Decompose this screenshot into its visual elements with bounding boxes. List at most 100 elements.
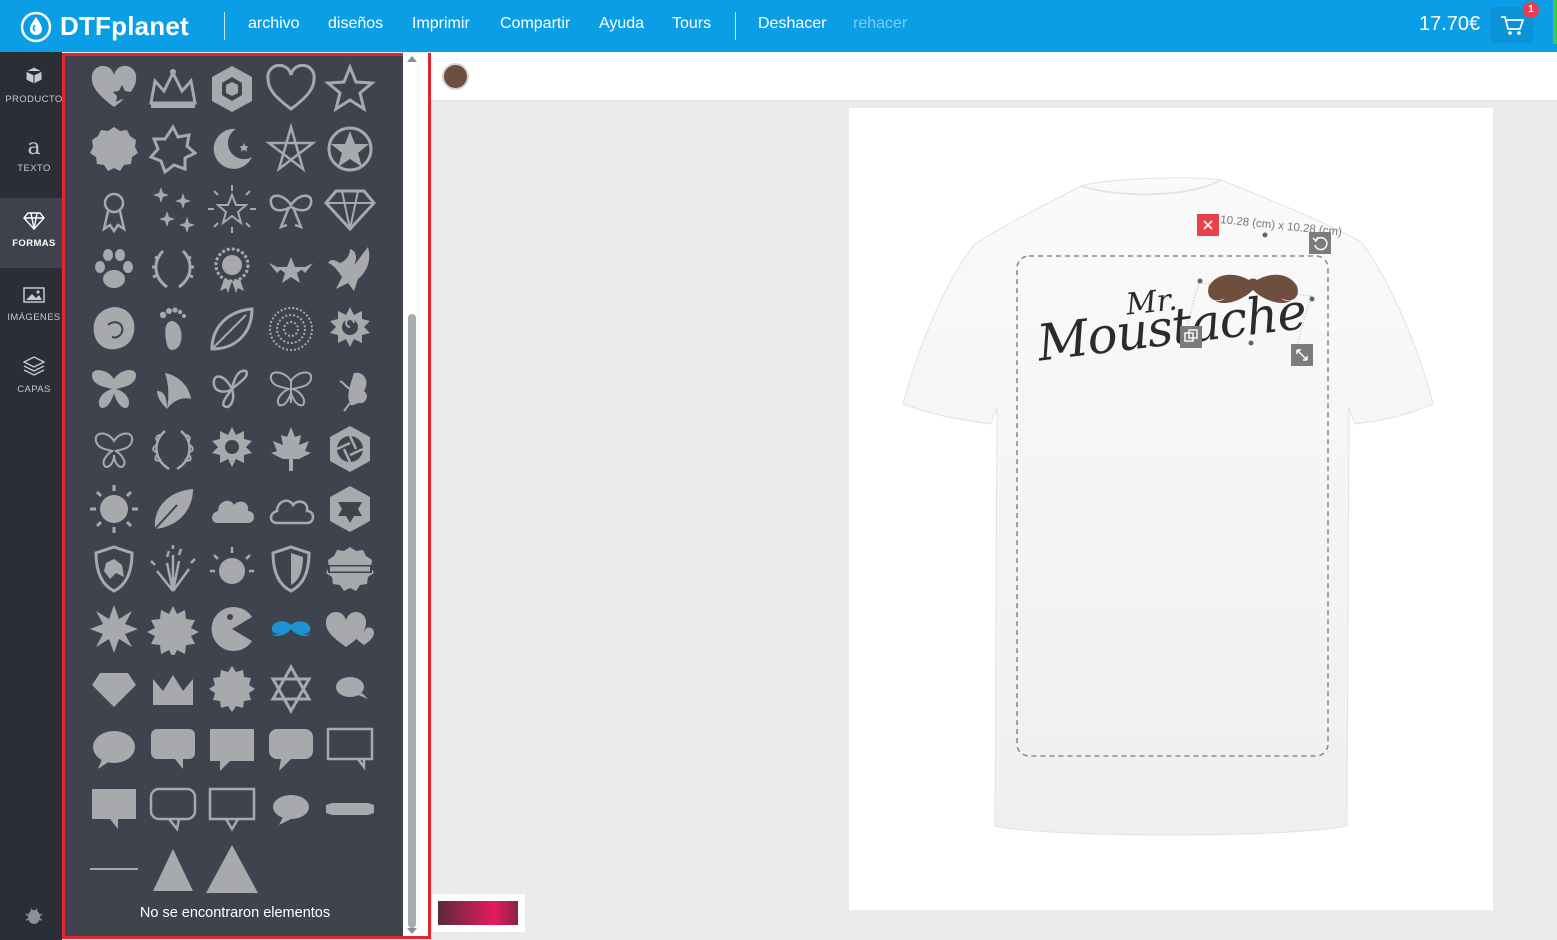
shape-speech-square[interactable] (206, 723, 258, 775)
redo-button[interactable]: rehacer (853, 15, 907, 33)
shape-hexagon[interactable] (206, 63, 258, 115)
shape-heart-star[interactable] (88, 63, 140, 115)
shape-star-outline[interactable] (147, 123, 199, 175)
shape-footprint[interactable] (147, 303, 199, 355)
shape-butterfly-small[interactable] (324, 363, 376, 415)
nav-producto[interactable]: PRODUCTO (0, 66, 68, 118)
shape-speech-outline-3[interactable] (206, 783, 258, 835)
bug-icon[interactable] (24, 906, 44, 926)
shape-shield[interactable] (265, 543, 317, 595)
winged-star-icon (269, 257, 313, 283)
shape-leaf[interactable] (206, 303, 258, 355)
shape-crescent-moon[interactable] (206, 123, 258, 175)
shape-crown[interactable] (147, 63, 199, 115)
shape-camera-aperture[interactable] (324, 423, 376, 475)
shape-lion[interactable] (88, 303, 140, 355)
menu-archivo[interactable]: archivo (248, 15, 300, 33)
shape-star-of-david[interactable] (265, 663, 317, 715)
shape-speech-rect-2[interactable] (88, 783, 140, 835)
shape-hex-star[interactable] (324, 483, 376, 535)
menu-ayuda[interactable]: Ayuda (599, 15, 644, 33)
shape-line[interactable] (88, 843, 140, 895)
shape-sun-rays[interactable] (206, 543, 258, 595)
seal-icon (209, 666, 255, 712)
shape-star-burst[interactable] (206, 183, 258, 235)
scroll-up-arrow[interactable] (407, 56, 417, 62)
badge-icon (90, 127, 138, 171)
shape-speech-tail[interactable] (265, 723, 317, 775)
shape-winged-star[interactable] (265, 243, 317, 295)
heart-icon (266, 63, 316, 111)
shape-speech-outline-2[interactable] (147, 783, 199, 835)
shape-burst-12[interactable] (147, 603, 199, 658)
shape-sun[interactable] (88, 483, 140, 535)
nav-imagenes[interactable]: IMÁGENES (0, 286, 68, 338)
shape-triangle[interactable] (147, 843, 199, 895)
shape-speech-outline[interactable] (324, 723, 376, 775)
product-color-swatch[interactable] (442, 63, 469, 90)
shape-heart[interactable] (265, 63, 317, 115)
menu-disenos[interactable]: diseños (328, 15, 383, 33)
nav-formas[interactable]: FORMAS (0, 198, 68, 268)
nav-texto[interactable]: a TEXTO (0, 136, 68, 188)
shape-gear-sun[interactable] (206, 423, 258, 475)
shape-pacman[interactable] (206, 603, 258, 655)
resize-handle[interactable] (1291, 344, 1313, 366)
shape-laurel-wreath[interactable] (147, 423, 199, 475)
shape-pentagram[interactable] (265, 122, 317, 175)
shape-eagle[interactable] (324, 243, 376, 295)
shape-speech-oval[interactable] (265, 783, 317, 835)
shape-butterfly-lined[interactable] (265, 363, 317, 415)
shape-sparkles[interactable] (147, 183, 199, 235)
duplicate-handle[interactable] (1180, 326, 1202, 348)
shape-diamond[interactable] (324, 183, 376, 235)
nav-capas[interactable]: CAPAS (0, 356, 68, 408)
shape-butterfly-side[interactable] (147, 363, 199, 415)
shape-bow[interactable] (265, 183, 317, 235)
shape-moustache[interactable] (265, 603, 317, 655)
shape-ribbon-badge[interactable] (324, 543, 376, 595)
shape-cloud-outline[interactable] (265, 483, 317, 535)
rotate-handle[interactable] (1309, 232, 1331, 254)
shape-speech-small[interactable] (324, 663, 376, 715)
laurel-wreath-icon (152, 430, 194, 471)
shape-banner[interactable] (324, 783, 376, 835)
menu-compartir[interactable]: Compartir (500, 15, 570, 33)
shape-star[interactable] (324, 62, 376, 115)
shape-butterfly-outline[interactable] (88, 423, 140, 475)
shape-butterfly[interactable] (88, 363, 140, 415)
shape-leaf-simple[interactable] (147, 483, 199, 535)
shape-paw[interactable] (88, 243, 140, 295)
shape-wolf-shield[interactable] (88, 543, 140, 595)
shape-seal[interactable] (206, 663, 258, 715)
crown-icon (149, 69, 197, 108)
shape-maple-leaf[interactable] (265, 423, 317, 475)
logo[interactable]: DTFplanet (18, 9, 189, 43)
shape-gem[interactable] (88, 663, 140, 715)
shape-laurel[interactable] (147, 243, 199, 295)
menu-imprimir[interactable]: Imprimir (412, 15, 470, 33)
shape-burst-8[interactable] (88, 603, 140, 655)
scroll-down-arrow[interactable] (407, 928, 417, 934)
shape-mandala[interactable] (265, 303, 317, 355)
delete-handle[interactable] (1197, 214, 1219, 236)
shape-cloud[interactable] (206, 483, 258, 535)
shape-speech-round[interactable] (88, 723, 140, 775)
shape-rosette[interactable] (88, 183, 140, 235)
shape-triangle-large[interactable] (206, 843, 258, 895)
undo-button[interactable]: Deshacer (758, 15, 826, 33)
butterfly-outline-icon (94, 432, 134, 469)
scrollbar-thumb[interactable] (408, 314, 416, 928)
shape-butterfly-swirl[interactable] (206, 363, 258, 415)
shape-fireworks[interactable] (147, 543, 199, 595)
shape-badge[interactable] (88, 123, 140, 175)
menu-tours[interactable]: Tours (672, 15, 711, 33)
shape-star-circle[interactable] (324, 123, 376, 175)
shape-spiral-sun[interactable] (324, 303, 376, 355)
shape-medal[interactable] (206, 243, 258, 295)
sun-rays-icon (210, 547, 254, 584)
background-gradient-swatch[interactable] (438, 901, 518, 925)
shape-crown-simple[interactable] (147, 663, 199, 715)
shape-speech-rect[interactable] (147, 723, 199, 775)
shape-hearts[interactable] (324, 603, 376, 655)
